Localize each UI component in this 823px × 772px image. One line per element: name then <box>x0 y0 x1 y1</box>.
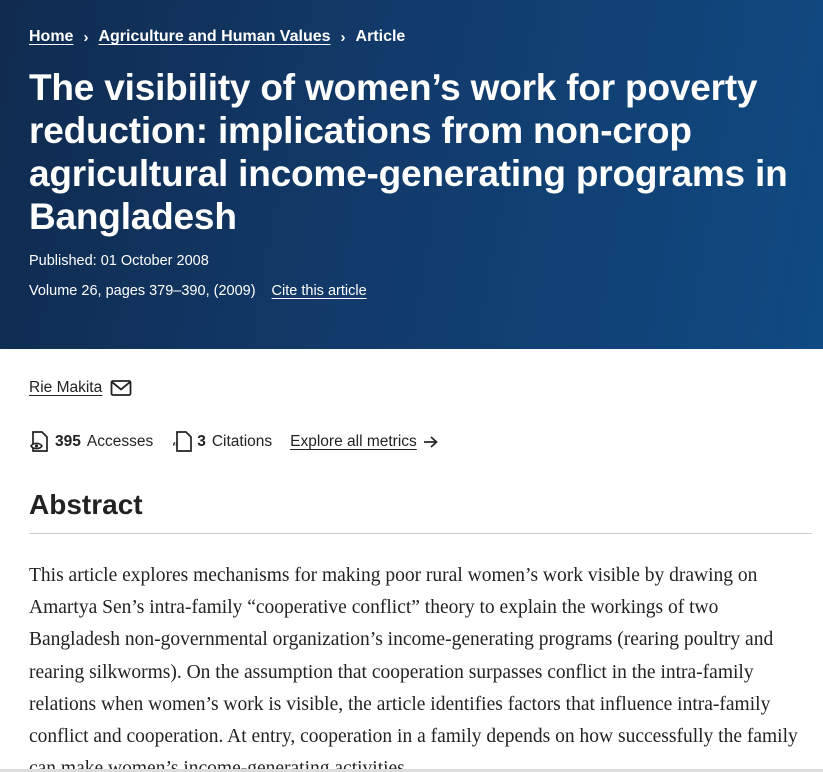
published-date: Published: 01 October 2008 <box>29 253 209 269</box>
explore-metrics-link[interactable]: Explore all metrics <box>290 433 417 451</box>
metrics-bar: 395 Accesses “ 3 Citations Explore all m… <box>29 430 439 454</box>
abstract-heading: Abstract <box>29 489 143 520</box>
breadcrumb-current: Article <box>355 28 406 45</box>
citations-metric: “ 3 Citations <box>171 430 272 454</box>
eye-document-icon <box>29 430 51 454</box>
abstract-text: This article explores mechanisms for mak… <box>29 565 798 772</box>
author-link[interactable]: Rie Makita <box>29 379 102 397</box>
arrow-right-icon[interactable] <box>423 435 439 449</box>
envelope-icon[interactable] <box>110 379 132 397</box>
accesses-metric: 395 Accesses <box>29 430 153 454</box>
breadcrumb-home-link[interactable]: Home <box>29 28 73 46</box>
article-title: The visibility of women’s work for pover… <box>29 67 788 237</box>
cite-article-link[interactable]: Cite this article <box>272 283 367 299</box>
accesses-count: 395 <box>55 433 81 450</box>
volume-info: Volume 26, pages 379–390, (2009) Cite th… <box>29 283 367 299</box>
chevron-right-icon: › <box>83 28 89 46</box>
section-divider <box>29 533 812 534</box>
volume-pages: Volume 26, pages 379–390, (2009) <box>29 283 256 299</box>
breadcrumb: Home › Agriculture and Human Values › Ar… <box>29 26 405 48</box>
citations-count: 3 <box>197 433 206 450</box>
accesses-label: Accesses <box>86 433 154 450</box>
article-header: Home › Agriculture and Human Values › Ar… <box>0 0 823 349</box>
breadcrumb-journal-link[interactable]: Agriculture and Human Values <box>98 28 330 46</box>
chevron-right-icon: › <box>340 28 346 46</box>
svg-text:“: “ <box>172 440 179 454</box>
citations-label: Citations <box>211 433 273 450</box>
explore-metrics[interactable]: Explore all metrics <box>290 433 439 451</box>
author-list: Rie Makita <box>29 379 132 397</box>
quote-document-icon: “ <box>171 430 193 454</box>
